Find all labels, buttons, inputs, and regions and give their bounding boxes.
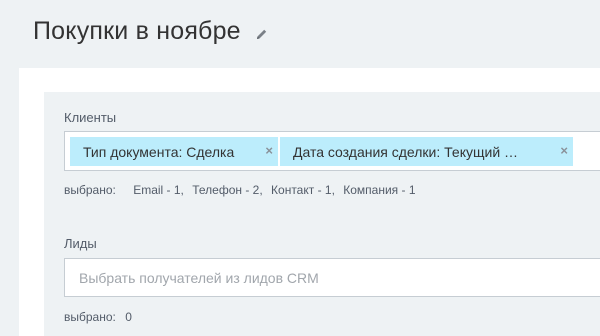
- close-icon[interactable]: ×: [265, 144, 273, 158]
- page-header: Покупки в ноябре: [33, 14, 268, 48]
- selected-prefix: выбрано:: [64, 310, 116, 324]
- selected-count-company: Компания - 1: [343, 183, 416, 197]
- selected-count-leads: 0: [125, 310, 132, 324]
- clients-tag-selector[interactable]: Тип документа: Сделка × Дата создания сд…: [64, 131, 600, 171]
- close-icon[interactable]: ×: [560, 144, 568, 158]
- clients-selected-summary: выбрано: Email - 1, Телефон - 2, Контакт…: [64, 183, 421, 197]
- leads-recipients-input[interactable]: [64, 258, 600, 297]
- filter-tag-document-type[interactable]: Тип документа: Сделка ×: [70, 137, 278, 166]
- filter-tag-deal-created-date[interactable]: Дата создания сделки: Текущий … ×: [280, 137, 573, 166]
- selected-count-email: Email - 1,: [133, 183, 184, 197]
- selected-count-phone: Телефон - 2,: [192, 183, 263, 197]
- selected-prefix: выбрано:: [64, 183, 116, 197]
- recipients-panel: [44, 92, 600, 336]
- page-title: Покупки в ноябре: [33, 16, 241, 45]
- pencil-icon[interactable]: [256, 27, 268, 39]
- leads-label: Лиды: [64, 236, 97, 251]
- filter-tag-label: Дата создания сделки: Текущий …: [293, 143, 519, 160]
- leads-selected-summary: выбрано: 0: [64, 310, 137, 324]
- selected-count-contact: Контакт - 1,: [271, 183, 335, 197]
- filter-tag-label: Тип документа: Сделка: [83, 143, 235, 160]
- clients-label: Клиенты: [64, 110, 117, 125]
